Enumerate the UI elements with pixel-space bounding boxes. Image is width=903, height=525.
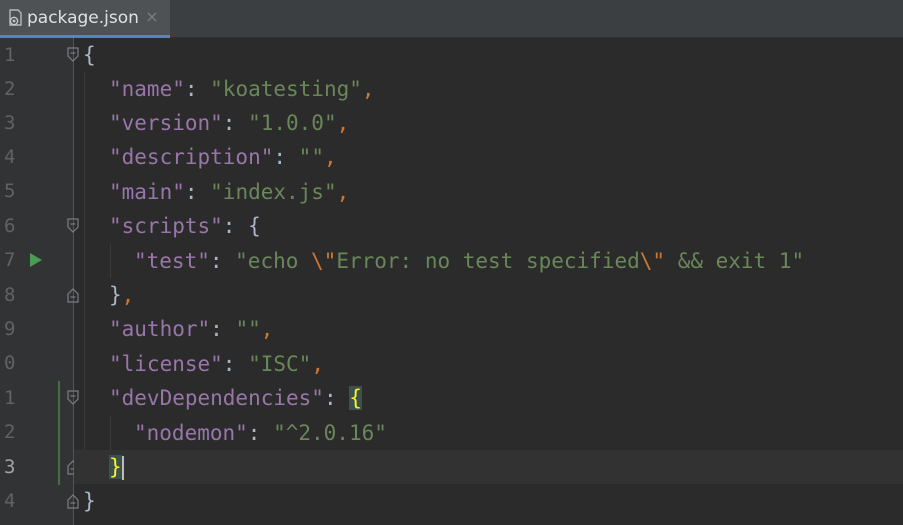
code-line: "name": "koatesting", xyxy=(109,77,375,101)
json-string: "index.js" xyxy=(210,180,337,204)
escape-sequence: \" xyxy=(311,249,337,273)
json-string: "^2.0.16" xyxy=(273,421,387,445)
vcs-change-marker[interactable] xyxy=(58,381,60,485)
json-string: "ISC" xyxy=(248,352,312,376)
code-line: "version": "1.0.0", xyxy=(109,111,350,135)
line-number: 7 xyxy=(4,249,16,271)
line-number: 8 xyxy=(4,284,16,306)
matched-close-brace: } xyxy=(109,455,122,479)
json-key: "version" xyxy=(109,111,223,135)
run-script-icon[interactable] xyxy=(28,252,44,268)
json-key: "author" xyxy=(109,317,211,341)
code-line: { xyxy=(74,38,903,72)
code-line: "main": "index.js", xyxy=(109,180,350,204)
matched-open-brace: { xyxy=(349,386,362,410)
tab-package-json[interactable]: package.json × xyxy=(0,0,170,38)
json-string: "echo xyxy=(235,249,312,273)
close-icon[interactable]: × xyxy=(143,7,161,27)
package-json-file-icon xyxy=(9,9,22,26)
open-brace: { xyxy=(83,43,96,67)
code-line: "description": "", xyxy=(109,145,337,169)
code-area[interactable]: { "name": "koatesting", "version": "1.0.… xyxy=(74,38,903,525)
close-brace: } xyxy=(109,283,122,307)
editor-window: package.json × 1 2 3 4 5 6 7 8 9 0 1 2 3… xyxy=(0,0,903,525)
json-key: "name" xyxy=(109,77,185,101)
line-number-current: 3 xyxy=(4,456,16,478)
line-number: 0 xyxy=(4,352,16,374)
code-line: "scripts": { xyxy=(109,214,261,238)
json-key: "test" xyxy=(134,249,210,273)
json-string: "" xyxy=(235,317,261,341)
json-key: "main" xyxy=(109,180,185,204)
text-caret xyxy=(121,456,124,480)
json-string: "1.0.0" xyxy=(248,111,337,135)
json-key: "license" xyxy=(109,352,223,376)
line-number: 5 xyxy=(4,180,16,202)
json-key: "description" xyxy=(109,145,274,169)
line-number: 6 xyxy=(4,215,16,237)
tab-bar: package.json × xyxy=(0,0,903,38)
open-brace: { xyxy=(248,214,261,238)
json-key: "devDependencies" xyxy=(109,386,324,410)
json-string: "" xyxy=(298,145,324,169)
code-line-current: } xyxy=(74,450,903,484)
code-line: "nodemon": "^2.0.16" xyxy=(134,421,387,445)
tab-title: package.json xyxy=(27,8,139,28)
code-line: "devDependencies": { xyxy=(109,386,362,410)
line-number: 2 xyxy=(4,78,16,100)
line-number: 4 xyxy=(4,490,16,512)
line-number: 1 xyxy=(4,44,16,66)
json-key: "scripts" xyxy=(109,214,223,238)
code-line: "license": "ISC", xyxy=(109,352,324,376)
escape-sequence: \" xyxy=(639,249,666,273)
code-line: } xyxy=(74,484,903,518)
code-line: }, xyxy=(109,283,135,307)
code-line: "author": "", xyxy=(109,317,274,341)
line-number: 2 xyxy=(4,421,16,443)
line-number: 4 xyxy=(4,146,16,168)
line-number: 9 xyxy=(4,318,16,340)
close-brace: } xyxy=(83,489,96,513)
json-string: "koatesting" xyxy=(210,77,362,101)
code-line: "test": "echo \"Error: no test specified… xyxy=(134,249,805,273)
line-number: 1 xyxy=(4,387,16,409)
json-key: "nodemon" xyxy=(134,421,248,445)
line-number: 3 xyxy=(4,112,16,134)
